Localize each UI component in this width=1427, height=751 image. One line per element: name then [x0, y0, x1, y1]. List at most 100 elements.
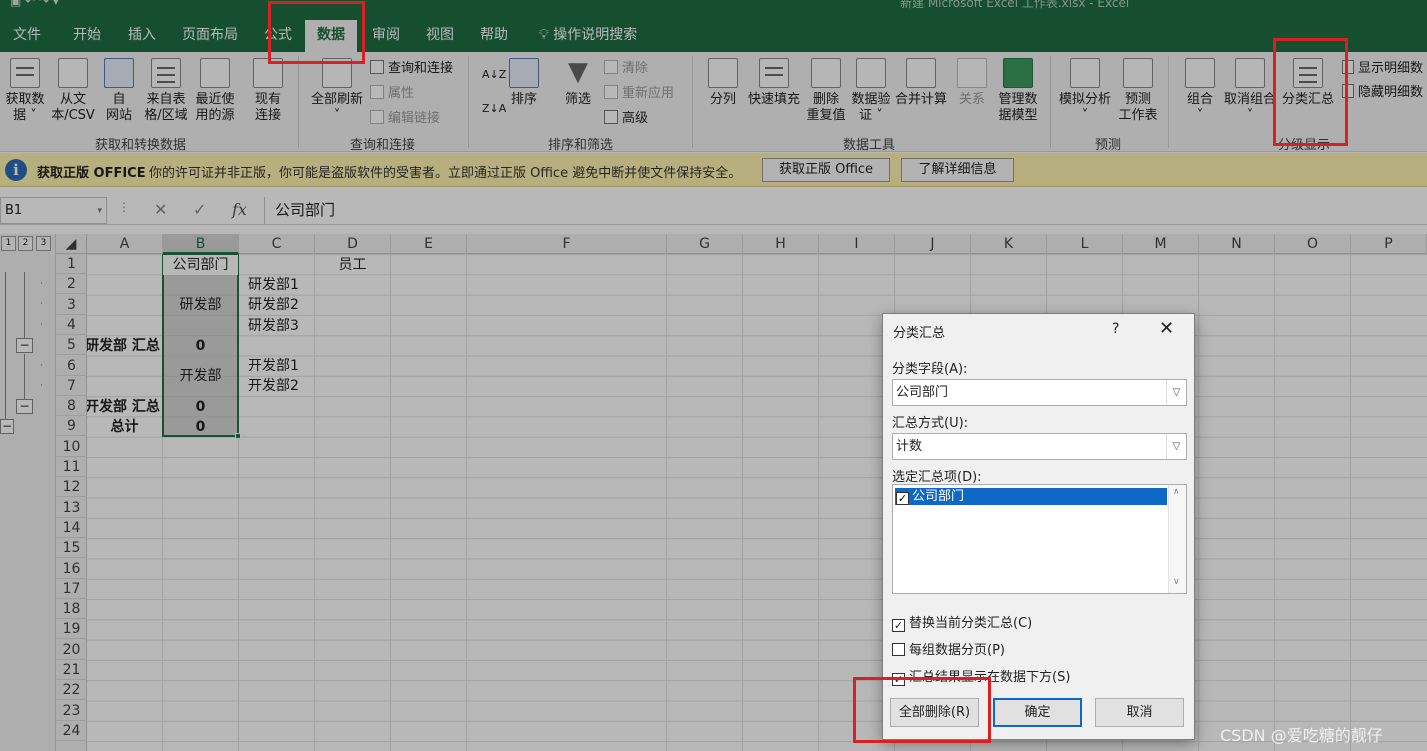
advanced-filter-button[interactable]: 高级 [604, 110, 648, 128]
row-header[interactable]: 2 [56, 274, 87, 295]
row-header[interactable]: 23 [56, 701, 87, 721]
tab-data[interactable]: 数据 [305, 20, 357, 52]
column-header[interactable]: N [1199, 234, 1275, 254]
cell-c2[interactable]: 研发部1 [248, 275, 299, 295]
cell-c4[interactable]: 研发部3 [248, 316, 299, 336]
forecast-sheet-button[interactable]: 预测 工作表 [1116, 58, 1160, 124]
ungroup-button[interactable]: 取消组合 ˅ [1222, 58, 1278, 124]
column-header[interactable]: H [743, 234, 819, 254]
row-header[interactable]: 13 [56, 498, 87, 518]
get-data-button[interactable]: 获取数据 ˅ [2, 58, 48, 124]
cell-b5[interactable]: 0 [163, 336, 238, 356]
name-box[interactable]: B1 ▾ [0, 197, 107, 224]
subtotal-button[interactable]: 分类汇总 [1280, 58, 1336, 108]
row-header[interactable]: 16 [56, 559, 87, 579]
row-header[interactable]: 7 [56, 376, 87, 396]
tab-page-layout[interactable]: 页面布局 [178, 20, 242, 52]
relationships-button[interactable]: 关系 [954, 58, 990, 108]
row-header[interactable]: 8 [56, 396, 87, 417]
row-header[interactable]: 19 [56, 619, 87, 640]
function-select[interactable]: 计数 ▽ [892, 433, 1187, 460]
cell-a9[interactable]: 总计 [87, 417, 162, 437]
row-header[interactable]: 22 [56, 680, 87, 701]
row-header[interactable]: 1 [56, 254, 87, 274]
row-header[interactable]: 15 [56, 538, 87, 559]
cell-c7[interactable]: 开发部2 [248, 376, 299, 396]
row-header[interactable]: 18 [56, 599, 87, 620]
row-header[interactable]: 11 [56, 457, 87, 477]
help-icon[interactable]: ? [1112, 321, 1119, 337]
cell-b6-merged[interactable]: 开发部 [163, 366, 238, 386]
from-table-button[interactable]: 来自表 格/区域 [142, 58, 190, 124]
sort-az-icon[interactable]: A↓Z [482, 66, 506, 84]
consolidate-button[interactable]: 合并计算 [894, 58, 948, 108]
column-header[interactable]: D [315, 234, 391, 254]
outline-level-1-button[interactable]: 1 [1, 236, 16, 251]
tab-home[interactable]: 开始 [69, 20, 105, 52]
tab-view[interactable]: 视图 [422, 20, 458, 52]
formula-input[interactable]: 公司部门 [264, 197, 1427, 224]
column-header[interactable]: M [1123, 234, 1199, 254]
from-web-button[interactable]: 自网站 [100, 58, 138, 124]
column-header[interactable]: I [819, 234, 895, 254]
list-item[interactable]: ✓ 公司部门 [895, 488, 1167, 505]
checkbox-checked[interactable]: ✓ [896, 492, 909, 505]
ok-button[interactable]: 确定 [993, 698, 1082, 727]
chevron-down-icon[interactable]: ∨ [1173, 577, 1180, 587]
tab-insert[interactable]: 插入 [124, 20, 160, 52]
cell-b8[interactable]: 0 [163, 397, 238, 417]
cell-c3[interactable]: 研发部2 [248, 295, 299, 315]
row-header[interactable]: 3 [56, 295, 87, 315]
cancel-button[interactable]: 取消 [1095, 698, 1184, 727]
properties-button[interactable]: 属性 [370, 85, 414, 103]
recent-sources-button[interactable]: 最近使 用的源 [192, 58, 238, 124]
cell-a5[interactable]: 研发部 汇总 [87, 336, 163, 356]
hide-detail-button[interactable]: 隐藏明细数 [1342, 84, 1423, 102]
text-to-columns-button[interactable]: 分列 [704, 58, 742, 108]
remove-all-button[interactable]: 全部删除(R) [890, 698, 979, 727]
collapse-all-button[interactable]: − [0, 419, 14, 434]
row-header[interactable]: 17 [56, 579, 87, 599]
worksheet-grid[interactable]: 1 2 3 · · · · · − − − ◢ A B C D E F G H … [0, 234, 1427, 751]
cell-area[interactable]: 公司部门 员工 研发部 研发部1 研发部2 研发部3 研发部 汇总 0 开发部 … [87, 254, 1427, 751]
column-header[interactable]: C [239, 234, 315, 254]
subtotal-columns-list[interactable]: ✓ 公司部门 ∧ ∨ [892, 484, 1187, 594]
column-header[interactable]: F [467, 234, 667, 254]
row-header[interactable]: 21 [56, 660, 87, 680]
data-validation-button[interactable]: 数据验证 ˅ [850, 58, 892, 124]
existing-connections-button[interactable]: 现有 连接 [248, 58, 288, 124]
column-header[interactable]: E [391, 234, 467, 254]
tab-help[interactable]: 帮助 [476, 20, 512, 52]
column-header[interactable]: J [895, 234, 971, 254]
row-header[interactable]: 4 [56, 315, 87, 335]
collapse-group-button[interactable]: − [16, 399, 33, 414]
reapply-button[interactable]: 重新应用 [604, 85, 674, 103]
column-header[interactable]: O [1275, 234, 1351, 254]
refresh-all-button[interactable]: 全部刷新 ˅ [308, 58, 366, 124]
row-header[interactable]: 9 [56, 416, 87, 437]
cell-b1[interactable]: 公司部门 [163, 255, 238, 275]
row-header[interactable]: 6 [56, 356, 87, 376]
column-header[interactable]: L [1047, 234, 1123, 254]
row-header[interactable]: 12 [56, 477, 87, 498]
row-header[interactable]: 5 [56, 335, 87, 356]
column-header[interactable]: G [667, 234, 743, 254]
summary-below-checkbox[interactable]: ✓ 汇总结果显示在数据下方(S) [892, 666, 1070, 686]
tab-file[interactable]: 文件 [9, 20, 45, 52]
list-scrollbar[interactable]: ∧ ∨ [1168, 485, 1186, 593]
sort-button[interactable]: 排序 [506, 58, 542, 108]
cancel-icon[interactable]: ✕ [154, 200, 167, 219]
insert-function-icon[interactable]: fx [232, 200, 247, 219]
get-genuine-button[interactable]: 获取正版 Office [762, 158, 890, 182]
remove-duplicates-button[interactable]: 删除 重复值 [804, 58, 848, 124]
quick-access-toolbar[interactable]: ▣ ↶ ↷ ▾ [10, 0, 59, 8]
group-by-select[interactable]: 公司部门 ▽ [892, 379, 1187, 406]
group-button[interactable]: 组合 ˅ [1180, 58, 1220, 124]
tab-review[interactable]: 审阅 [368, 20, 404, 52]
tell-me-search[interactable]: 💡︎ 操作说明搜索 [535, 20, 641, 52]
queries-connections-button[interactable]: 查询和连接 [370, 60, 453, 78]
outline-level-2-button[interactable]: 2 [18, 236, 33, 251]
from-text-csv-button[interactable]: 从文 本/CSV [50, 58, 96, 124]
clear-filter-button[interactable]: 清除 [604, 60, 648, 78]
manage-data-model-button[interactable]: 管理数 据模型 [994, 58, 1042, 124]
